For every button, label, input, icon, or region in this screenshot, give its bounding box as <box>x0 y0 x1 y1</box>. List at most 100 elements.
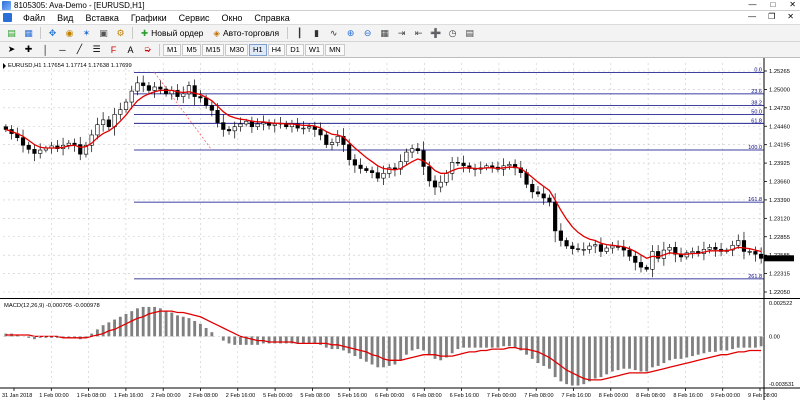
timeframe-mn[interactable]: MN <box>325 43 345 56</box>
candle-body <box>226 129 232 132</box>
new-chart-icon[interactable]: ▤ <box>5 27 18 40</box>
candle-body <box>20 137 26 146</box>
candle-body <box>272 123 277 126</box>
zoom-in-icon[interactable]: ⊕ <box>344 27 357 40</box>
timeframe-m15[interactable]: M15 <box>201 43 225 56</box>
time-tick-label: 1 Feb 08:00 <box>77 393 106 399</box>
maximize-icon[interactable]: □ <box>770 0 775 9</box>
candle-body <box>535 191 541 195</box>
chart-shift-icon[interactable]: ⇤ <box>412 27 425 40</box>
close-icon[interactable]: ✕ <box>789 0 796 9</box>
candle-body <box>26 144 31 150</box>
menu-help[interactable]: Справка <box>248 13 295 23</box>
navigator-icon[interactable]: ✶ <box>80 27 93 40</box>
candle-body <box>3 126 8 130</box>
candle-body <box>444 173 449 183</box>
timeframe-w1[interactable]: W1 <box>304 43 325 56</box>
autoscroll-icon[interactable]: ⇥ <box>395 27 408 40</box>
candle-body <box>421 150 426 167</box>
data-window-icon[interactable]: ◉ <box>63 27 76 40</box>
menu-view[interactable]: Вид <box>51 13 79 23</box>
candle-body <box>358 164 363 169</box>
profiles-icon[interactable]: ▦ <box>22 27 35 40</box>
timeframe-m1[interactable]: M1 <box>163 43 182 56</box>
price-chart-svg[interactable]: 1.25265 1.25000 1.24730 1.24460 1.24195 1.239… <box>0 58 800 400</box>
zoom-out-icon[interactable]: ⊖ <box>361 27 374 40</box>
text-tool-icon[interactable]: A <box>124 43 137 56</box>
menu-tools[interactable]: Сервис <box>173 13 216 23</box>
candle-body <box>610 245 615 249</box>
menu-file[interactable]: Файл <box>17 13 51 23</box>
time-tick-label: 5 Feb 08:00 <box>300 393 329 399</box>
cursor-icon[interactable]: ➤ <box>5 43 18 56</box>
candle-body <box>553 201 558 232</box>
chart-area[interactable]: 1.25265 1.25000 1.24730 1.24460 1.24195 1.239… <box>0 58 800 400</box>
candle-body <box>32 149 37 154</box>
candle-body <box>381 173 386 179</box>
channel-icon[interactable]: ☰ <box>90 43 103 56</box>
fibonacci-level-label: 100.0 <box>748 145 762 151</box>
autotrading-icon: ◈ <box>213 27 220 38</box>
price-tick-label: 1.25265 <box>769 69 790 75</box>
horizontal-line-icon[interactable]: ─ <box>56 43 69 56</box>
timeframe-h1[interactable]: H1 <box>249 43 267 56</box>
candle-body <box>129 90 134 103</box>
autotrading-button[interactable]: ◈ Авто-торговля <box>208 26 284 40</box>
candle-body <box>747 251 752 253</box>
timeframe-m30[interactable]: M30 <box>225 43 249 56</box>
candle-body <box>198 96 203 99</box>
bar-chart-icon[interactable]: ┃ <box>293 27 306 40</box>
time-tick-label: 8 Feb 16:00 <box>673 393 702 399</box>
new-order-icon: ✚ <box>141 27 149 38</box>
market-watch-icon[interactable]: ✥ <box>46 27 59 40</box>
vertical-line-icon[interactable]: │ <box>39 43 52 56</box>
fibonacci-icon[interactable]: F <box>107 43 120 56</box>
candle-body <box>690 251 695 254</box>
strategy-tester-icon[interactable]: ⚙ <box>114 27 127 40</box>
timeframe-m5[interactable]: M5 <box>182 43 201 56</box>
price-tick-label: 1.24195 <box>769 143 790 149</box>
toolbar-separator <box>40 27 41 39</box>
minimize-icon[interactable]: — <box>748 0 756 9</box>
title-bar: 8105305: Ava-Demo - [EURUSD,H1] — □ ✕ <box>0 0 800 11</box>
candle-body <box>438 181 443 188</box>
app-icon <box>2 0 11 10</box>
fibonacci-level-label: 50.0 <box>751 109 762 115</box>
toolbar-separator <box>159 43 160 56</box>
chart-minimize-icon[interactable]: — <box>748 12 756 21</box>
candlestick-icon[interactable]: ▮ <box>310 27 323 40</box>
candle-body <box>146 85 151 91</box>
terminal-icon[interactable]: ▣ <box>97 27 110 40</box>
terminal-logo-icon[interactable] <box>3 13 12 22</box>
crosshair-icon[interactable]: ✚ <box>22 43 35 56</box>
standard-toolbar: ▤ ▦ ✥ ◉ ✶ ▣ ⚙ ✚ Новый ордер ◈ Авто-торго… <box>0 25 800 42</box>
chart-restore-icon[interactable]: ❐ <box>768 12 775 21</box>
time-tick-label: 6 Feb 00:00 <box>375 393 404 399</box>
macd-indicator-label: MACD(12,26,9) -0.000705 -0.000978 <box>4 303 100 309</box>
indicators-icon[interactable]: ➕ <box>429 27 442 40</box>
candle-body <box>604 247 609 252</box>
menu-insert[interactable]: Вставка <box>79 13 124 23</box>
candle-body <box>638 262 644 268</box>
candle-body <box>301 127 306 130</box>
line-chart-icon[interactable]: ∿ <box>327 27 340 40</box>
arrow-tool-icon[interactable]: ➭ <box>141 43 154 56</box>
menu-charts[interactable]: Графики <box>125 13 173 23</box>
price-tick-label: 1.22855 <box>769 235 790 241</box>
candle-body <box>564 240 569 247</box>
trendline-icon[interactable]: ╱ <box>73 43 86 56</box>
templates-icon[interactable]: ▤ <box>463 27 476 40</box>
new-order-button[interactable]: ✚ Новый ордер <box>136 26 208 40</box>
timeframe-h4[interactable]: H4 <box>267 43 286 56</box>
menu-window[interactable]: Окно <box>216 13 249 23</box>
candle-body <box>221 122 226 130</box>
candle-body <box>627 249 632 257</box>
tile-windows-icon[interactable]: ▦ <box>378 27 391 40</box>
chart-close-icon[interactable]: ✕ <box>787 12 794 21</box>
timeframe-d1[interactable]: D1 <box>286 43 304 56</box>
autotrading-label: Авто-торговля <box>222 28 280 38</box>
periods-icon[interactable]: ◷ <box>446 27 459 40</box>
candle-body <box>66 142 71 146</box>
candle-body <box>644 266 649 270</box>
toolbar-separator <box>132 27 133 39</box>
